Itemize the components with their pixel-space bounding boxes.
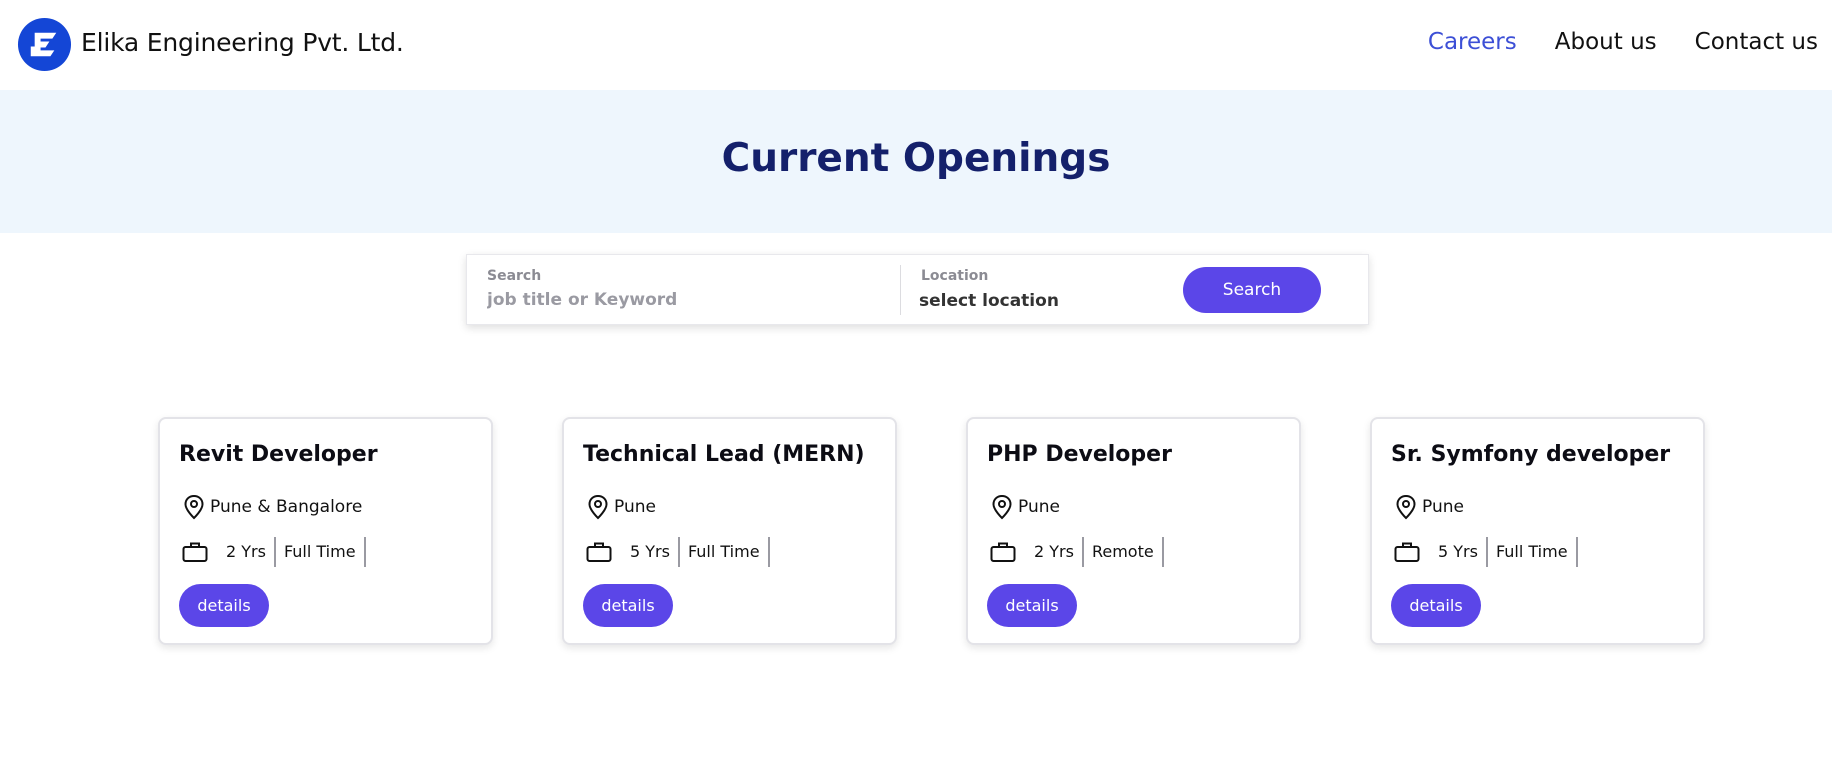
site-header: Elika Engineering Pvt. Ltd. Careers Abou… <box>0 0 1832 90</box>
details-button[interactable]: details <box>1391 584 1481 627</box>
job-type: Full Time <box>680 537 770 567</box>
location-label: Location <box>921 268 989 284</box>
page-title: Current Openings <box>721 136 1111 181</box>
job-meta-row: 5 Yrs Full Time <box>586 537 770 567</box>
map-pin-icon <box>992 494 1012 520</box>
job-title: Revit Developer <box>179 442 378 467</box>
search-button[interactable]: Search <box>1183 267 1321 313</box>
job-card: Sr. Symfony developer Pune 5 Yrs Full Ti… <box>1370 417 1705 645</box>
job-experience: 5 Yrs <box>1430 537 1488 567</box>
elika-logo[interactable] <box>17 17 72 72</box>
job-card: Revit Developer Pune & Bangalore 2 Yrs F… <box>158 417 493 645</box>
details-button[interactable]: details <box>179 584 269 627</box>
job-location: Pune <box>614 497 656 517</box>
search-input[interactable] <box>487 290 817 310</box>
job-location: Pune <box>1422 497 1464 517</box>
hero-banner: Current Openings <box>0 90 1832 233</box>
job-type: Full Time <box>1488 537 1578 567</box>
job-experience: 2 Yrs <box>1026 537 1084 567</box>
job-location-row: Pune <box>1394 494 1464 520</box>
search-divider <box>900 265 901 315</box>
job-title: Technical Lead (MERN) <box>583 442 865 467</box>
details-button[interactable]: details <box>583 584 673 627</box>
job-meta-row: 2 Yrs Remote <box>990 537 1164 567</box>
map-pin-icon <box>184 494 204 520</box>
job-meta-row: 2 Yrs Full Time <box>182 537 366 567</box>
job-search-bar: Search Location select location Search <box>466 254 1369 325</box>
map-pin-icon <box>1396 494 1416 520</box>
briefcase-icon <box>182 541 208 563</box>
location-select[interactable]: select location <box>919 291 1059 311</box>
nav-about-us[interactable]: About us <box>1555 29 1657 55</box>
nav-contact-us[interactable]: Contact us <box>1695 29 1818 55</box>
job-experience: 2 Yrs <box>218 537 276 567</box>
briefcase-icon <box>586 541 612 563</box>
job-experience: 5 Yrs <box>622 537 680 567</box>
search-label: Search <box>487 268 542 284</box>
job-location-row: Pune & Bangalore <box>182 494 362 520</box>
briefcase-icon <box>1394 541 1420 563</box>
job-title: PHP Developer <box>987 442 1172 467</box>
briefcase-icon <box>990 541 1016 563</box>
job-location: Pune & Bangalore <box>210 497 363 517</box>
job-meta-row: 5 Yrs Full Time <box>1394 537 1578 567</box>
nav-careers[interactable]: Careers <box>1428 29 1517 55</box>
job-card: PHP Developer Pune 2 Yrs Remote details <box>966 417 1301 645</box>
job-location-row: Pune <box>990 494 1060 520</box>
job-type: Remote <box>1084 537 1164 567</box>
job-location: Pune <box>1018 497 1060 517</box>
details-button[interactable]: details <box>987 584 1077 627</box>
job-type: Full Time <box>276 537 366 567</box>
job-location-row: Pune <box>586 494 656 520</box>
main-nav: Careers About us Contact us <box>1428 29 1818 55</box>
job-card: Technical Lead (MERN) Pune 5 Yrs Full Ti… <box>562 417 897 645</box>
map-pin-icon <box>588 494 608 520</box>
brand-name[interactable]: Elika Engineering Pvt. Ltd. <box>81 28 404 57</box>
job-title: Sr. Symfony developer <box>1391 442 1671 467</box>
